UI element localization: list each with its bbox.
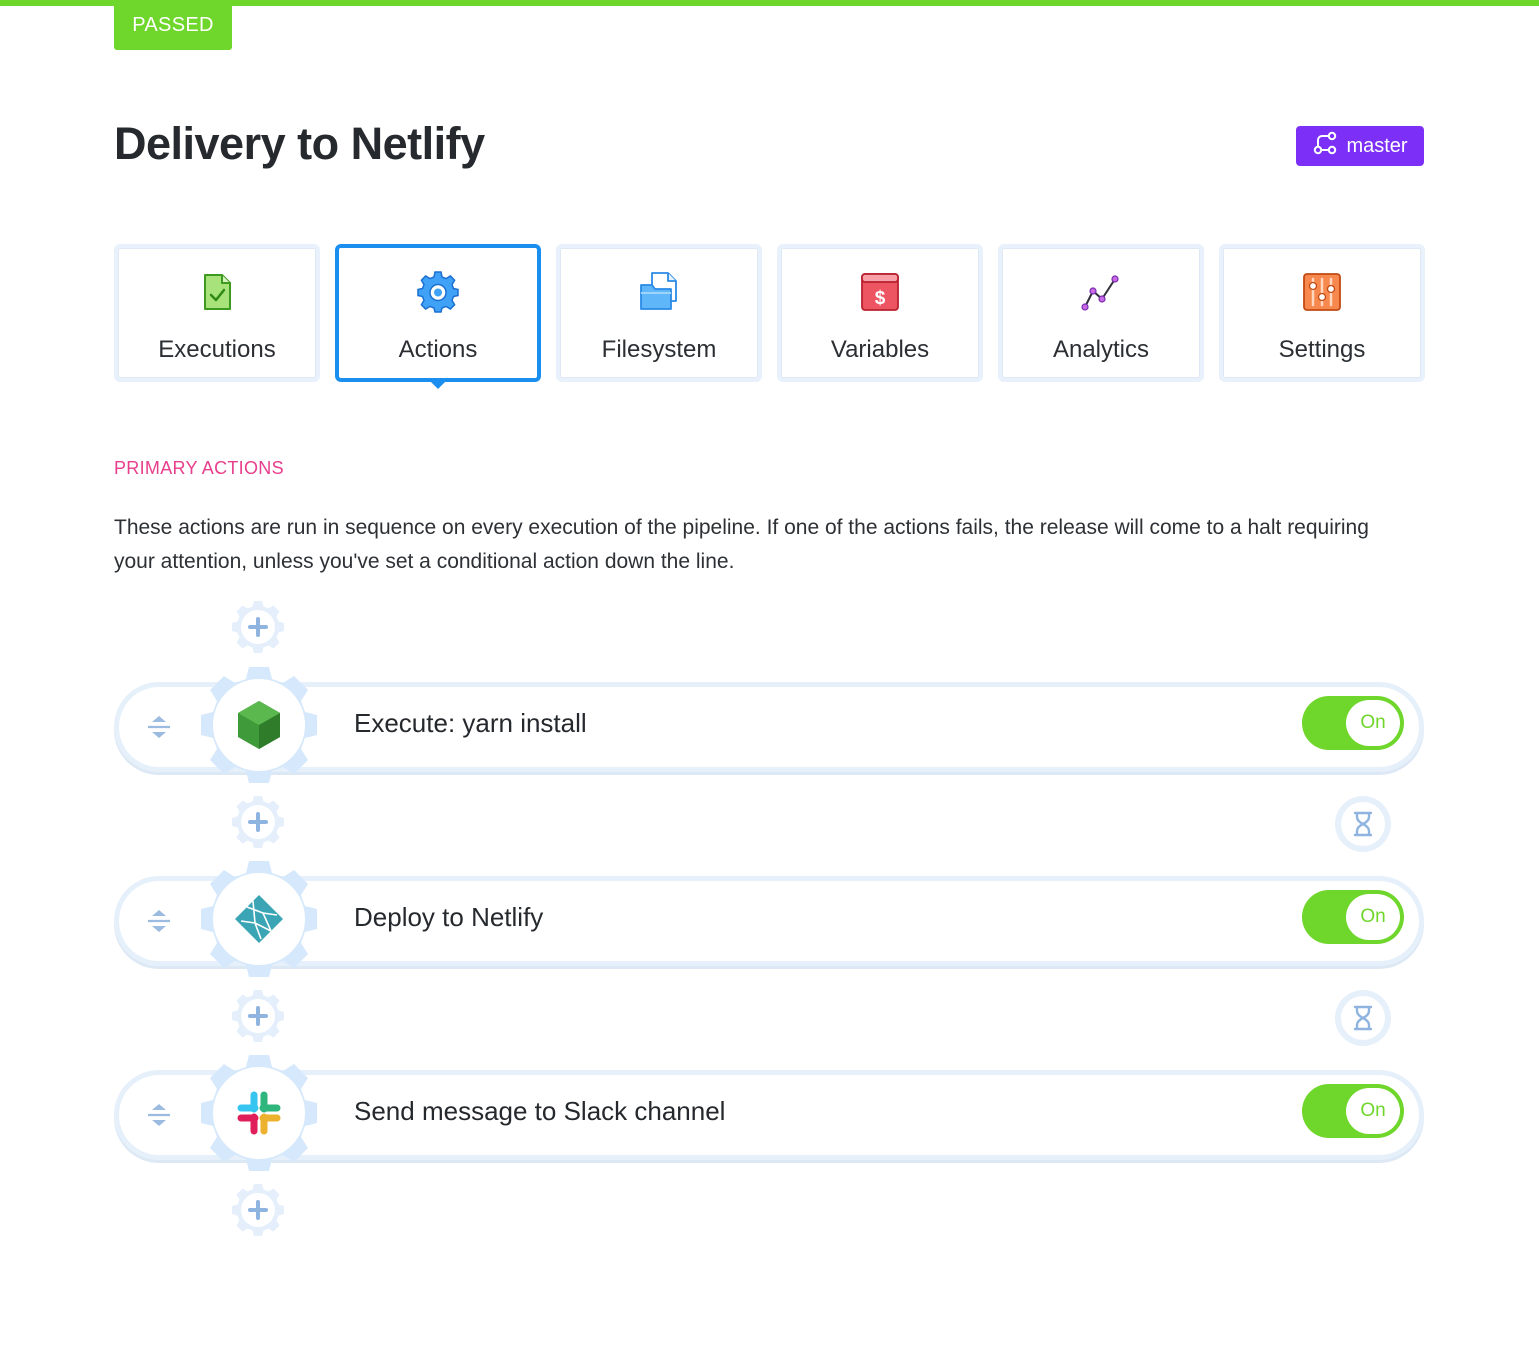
action-gear bbox=[193, 1047, 325, 1179]
tab-bar: Executions Actions Filesystem $ Variable… bbox=[114, 244, 1425, 389]
delay-timer-button[interactable] bbox=[1335, 990, 1391, 1046]
action-row[interactable]: Send message to Slack channel On bbox=[114, 1055, 1424, 1171]
delay-timer-button[interactable] bbox=[1335, 796, 1391, 852]
dollar-box-icon: $ bbox=[858, 270, 902, 314]
hourglass-icon bbox=[1353, 811, 1373, 837]
netlify-icon bbox=[233, 893, 285, 945]
branch-badge[interactable]: master bbox=[1296, 126, 1424, 166]
status-badge: PASSED bbox=[114, 0, 232, 50]
toggle-label: On bbox=[1346, 700, 1400, 746]
branch-label: master bbox=[1346, 134, 1408, 157]
document-check-icon bbox=[195, 270, 239, 314]
plus-gear-icon bbox=[232, 990, 284, 1042]
tab-label: Filesystem bbox=[601, 336, 717, 363]
gear-icon bbox=[416, 270, 460, 314]
toggle-label: On bbox=[1346, 894, 1400, 940]
section-description: These actions are run in sequence on eve… bbox=[114, 516, 1369, 573]
tab-label: Settings bbox=[1278, 336, 1366, 363]
tab-analytics[interactable]: Analytics bbox=[998, 244, 1204, 382]
drag-handle-icon[interactable] bbox=[144, 1100, 174, 1130]
tab-label: Variables bbox=[830, 336, 930, 363]
toggle-label: On bbox=[1346, 1088, 1400, 1134]
drag-handle-icon[interactable] bbox=[144, 906, 174, 936]
plus-gear-icon bbox=[232, 1184, 284, 1236]
tab-settings[interactable]: Settings bbox=[1219, 244, 1425, 382]
action-title: Execute: yarn install bbox=[354, 708, 587, 738]
drag-handle-icon[interactable] bbox=[144, 712, 174, 742]
add-action-button[interactable] bbox=[230, 988, 286, 1044]
section-heading: PRIMARY ACTIONS bbox=[114, 458, 284, 478]
branch-icon bbox=[1312, 130, 1338, 162]
action-gear bbox=[193, 659, 325, 791]
action-gear bbox=[193, 853, 325, 985]
tab-actions[interactable]: Actions bbox=[335, 244, 541, 389]
action-toggle[interactable]: On bbox=[1302, 696, 1404, 750]
action-row[interactable]: Deploy to Netlify On bbox=[114, 861, 1424, 977]
sliders-icon bbox=[1300, 270, 1344, 314]
tab-executions[interactable]: Executions bbox=[114, 244, 320, 382]
action-toggle[interactable]: On bbox=[1302, 890, 1404, 944]
tab-label: Executions bbox=[158, 336, 276, 363]
action-title: Deploy to Netlify bbox=[354, 902, 544, 932]
plus-gear-icon bbox=[232, 796, 284, 848]
tab-label: Actions bbox=[398, 336, 478, 363]
page-title: Delivery to Netlify bbox=[114, 118, 485, 169]
hourglass-icon bbox=[1353, 1005, 1373, 1031]
add-action-button[interactable] bbox=[230, 1182, 286, 1238]
action-title: Send message to Slack channel bbox=[354, 1096, 726, 1126]
tab-label: Analytics bbox=[1052, 336, 1150, 363]
svg-text:$: $ bbox=[875, 288, 886, 309]
tab-filesystem[interactable]: Filesystem bbox=[556, 244, 762, 382]
action-toggle[interactable]: On bbox=[1302, 1084, 1404, 1138]
tab-variables[interactable]: $ Variables bbox=[777, 244, 983, 382]
add-action-button[interactable] bbox=[230, 794, 286, 850]
line-chart-icon bbox=[1079, 270, 1123, 314]
plus-gear-icon bbox=[232, 601, 284, 653]
folder-icon bbox=[637, 270, 681, 314]
action-row[interactable]: Execute: yarn install On bbox=[114, 667, 1424, 783]
add-action-button[interactable] bbox=[230, 599, 286, 655]
slack-icon bbox=[233, 1087, 285, 1139]
nodejs-icon bbox=[233, 699, 285, 751]
